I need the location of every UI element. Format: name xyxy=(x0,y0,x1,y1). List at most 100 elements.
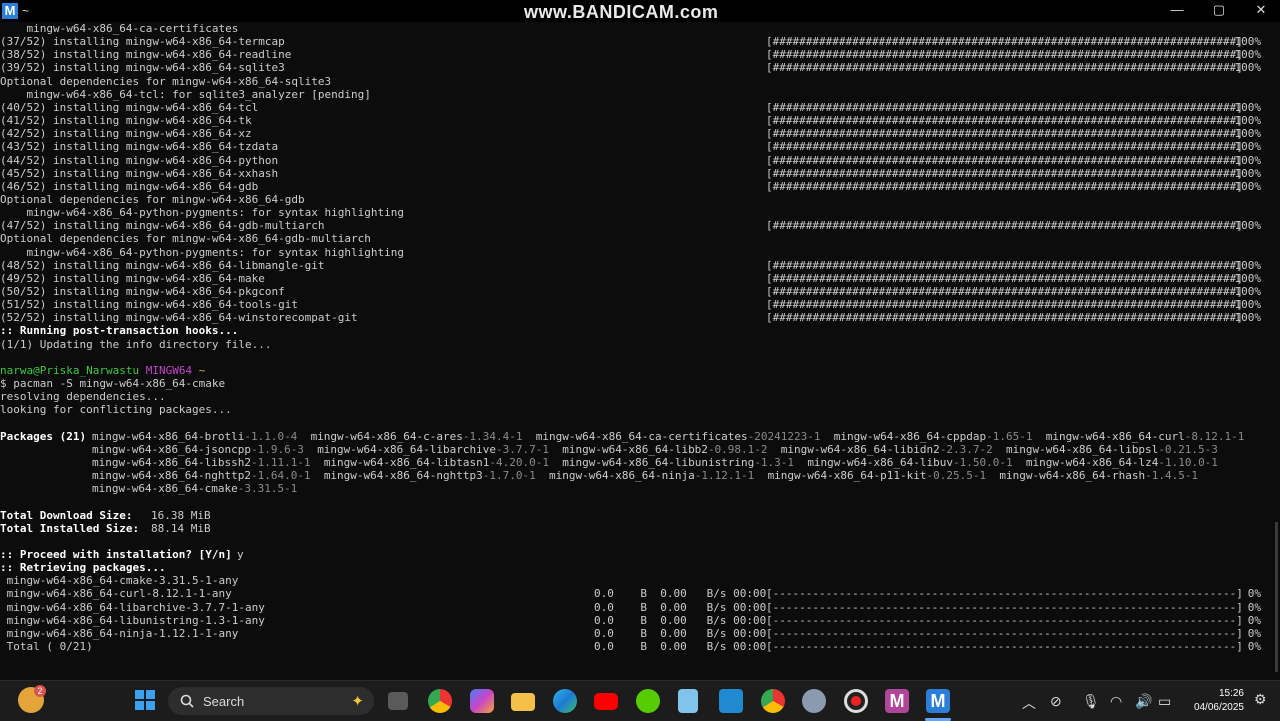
command-line: $ pacman -S mingw-w64-x86_64-cmake xyxy=(0,377,1268,390)
download-name: mingw-w64-x86_64-libunistring-1.3-1-any xyxy=(0,613,265,627)
youtube-icon[interactable] xyxy=(594,693,618,710)
install-line: (51/52) installing mingw-w64-x86_64-tool… xyxy=(0,298,1268,311)
package-version: -1.9.6-3 xyxy=(250,442,304,456)
package-name: mingw-w64-x86_64-cppdap xyxy=(833,429,987,443)
package-name: mingw-w64-x86_64-jsoncpp xyxy=(92,442,251,456)
progress-bar: [#######################################… xyxy=(766,258,1243,272)
package-name: mingw-w64-x86_64-lz4 xyxy=(1025,455,1159,469)
package-name: mingw-w64-x86_64-libssh2 xyxy=(92,455,251,469)
proceed-answer: y xyxy=(237,548,244,561)
task-view-icon[interactable] xyxy=(388,692,408,710)
install-line: mingw-w64-x86_64-tcl: for sqlite3_analyz… xyxy=(0,88,1268,101)
battery-icon[interactable]: ▭ xyxy=(1158,693,1171,710)
proceed-line: :: Proceed with installation? [Y/n] y xyxy=(0,548,1268,561)
taskbar-search[interactable]: Search ✦ xyxy=(168,687,374,715)
install-line-text: (46/52) installing mingw-w64-x86_64-gdb xyxy=(0,179,259,193)
install-line: (50/52) installing mingw-w64-x86_64-pkgc… xyxy=(0,285,1268,298)
install-line-text: (52/52) installing mingw-w64-x86_64-wins… xyxy=(0,311,358,325)
hooks-running-text: :: Running post-transaction hooks... xyxy=(0,324,239,338)
install-line-text: mingw-w64-x86_64-tcl: for sqlite3_analyz… xyxy=(0,87,371,101)
weather-widget-icon[interactable]: 2 xyxy=(18,685,46,713)
file-explorer-icon[interactable] xyxy=(511,693,535,711)
install-line: (37/52) installing mingw-w64-x86_64-term… xyxy=(0,35,1268,48)
install-line: (43/52) installing mingw-w64-x86_64-tzda… xyxy=(0,140,1268,153)
copilot-icon[interactable] xyxy=(470,689,494,713)
package-version: -1.1.0-4 xyxy=(244,429,298,443)
msys2-ucrt-icon[interactable]: M xyxy=(885,689,909,713)
download-size-label: Total Download Size: xyxy=(0,508,133,522)
terminal-scrollbar[interactable] xyxy=(1270,22,1280,680)
terminal-output[interactable]: mingw-w64-x86_64-ca-certificates (37/52) … xyxy=(0,22,1270,680)
progress-bar: [#######################################… xyxy=(766,61,1243,75)
package-version: -8.12.1-1 xyxy=(1184,429,1245,443)
install-line-text: Optional dependencies for mingw-w64-x86_… xyxy=(0,192,305,206)
msys2-mingw64-icon[interactable]: M xyxy=(926,689,950,713)
network-off-icon[interactable]: ⊘ xyxy=(1050,693,1062,710)
download-percent: 0% xyxy=(1247,613,1261,627)
package-name: mingw-w64-x86_64-libidn2 xyxy=(780,442,940,456)
windows-start-icon[interactable] xyxy=(134,689,158,713)
duolingo-icon[interactable] xyxy=(636,689,660,713)
package-version: -1.11.1-1 xyxy=(250,455,311,469)
vscode-icon[interactable] xyxy=(719,689,743,713)
package-name: mingw-w64-x86_64-libtasn1 xyxy=(323,455,490,469)
download-progress-bar: [---------------------------------------… xyxy=(766,587,1243,601)
prompt-line: narwa@Priska_Narwastu MINGW64 ~ xyxy=(0,364,1268,377)
download-percent: 0% xyxy=(1247,626,1261,640)
volume-icon[interactable]: 🔊 xyxy=(1135,693,1152,710)
chrome-icon[interactable] xyxy=(428,689,452,713)
install-line: mingw-w64-x86_64-ca-certificates xyxy=(0,22,1268,35)
progress-percent: 100% xyxy=(1234,61,1262,75)
search-icon xyxy=(180,694,194,708)
progress-percent: 100% xyxy=(1234,311,1262,325)
installed-size-line: Total Installed Size: 88.14 MiB xyxy=(0,522,1268,535)
title-bar: M ~ www.BANDICAM.com — ▢ ✕ xyxy=(0,0,1280,22)
progress-bar: [#######################################… xyxy=(766,114,1243,128)
notification-gear-icon[interactable]: ⚙ xyxy=(1254,691,1267,708)
scrollbar-thumb[interactable] xyxy=(1275,522,1278,672)
package-name: mingw-w64-x86_64-nghttp3 xyxy=(323,469,483,483)
close-button[interactable]: ✕ xyxy=(1240,0,1280,22)
package-version: -20241223-1 xyxy=(747,429,821,443)
install-line: (44/52) installing mingw-w64-x86_64-pyth… xyxy=(0,154,1268,167)
download-percent: 0% xyxy=(1247,587,1261,601)
notepad-icon[interactable] xyxy=(678,689,698,713)
install-line-text: Optional dependencies for mingw-w64-x86_… xyxy=(0,232,371,246)
prompt: narwa@Priska_Narwastu MINGW64 ~ xyxy=(0,364,205,377)
chrome-profile-icon[interactable] xyxy=(761,689,785,713)
install-line: (52/52) installing mingw-w64-x86_64-wins… xyxy=(0,311,1268,324)
progress-percent: 100% xyxy=(1234,35,1262,49)
install-line-text: (49/52) installing mingw-w64-x86_64-make xyxy=(0,271,265,285)
wifi-icon[interactable]: ◠ xyxy=(1110,693,1122,710)
maximize-button[interactable]: ▢ xyxy=(1198,0,1240,22)
download-progress-bar: [---------------------------------------… xyxy=(766,600,1243,614)
taskbar: 2 Search ✦ M M ︿ ⊘ 🎙 ◠ 🔊 ▭ 15:26 04/06/2… xyxy=(0,680,1280,721)
install-line-text: (48/52) installing mingw-w64-x86_64-libm… xyxy=(0,258,325,272)
retrieving-text: :: Retrieving packages... xyxy=(0,561,166,575)
download-line: mingw-w64-x86_64-libarchive-3.7.7-1-any 0… xyxy=(0,601,1268,614)
install-line-text: (47/52) installing mingw-w64-x86_64-gdb-… xyxy=(0,219,325,233)
packages-line: mingw-w64-x86_64-nghttp2-1.64.0-1 mingw-… xyxy=(0,469,1268,482)
clock[interactable]: 15:26 04/06/2025 xyxy=(1194,687,1244,715)
package-list-row: mingw-w64-x86_64-nghttp2-1.64.0-1 mingw-… xyxy=(92,469,1198,482)
progress-percent: 100% xyxy=(1234,153,1262,167)
microphone-icon[interactable]: 🎙 xyxy=(1082,693,1100,710)
package-name: mingw-w64-x86_64-nghttp2 xyxy=(92,469,251,483)
installed-size-value: 88.14 MiB xyxy=(151,521,211,535)
settings-gear-icon[interactable] xyxy=(802,689,826,713)
package-name: mingw-w64-x86_64-libb2 xyxy=(562,442,708,456)
package-list-row: mingw-w64-x86_64-cmake-3.31.5-1 xyxy=(92,482,297,495)
package-name: mingw-w64-x86_64-cmake xyxy=(92,482,238,496)
install-line-text: (39/52) installing mingw-w64-x86_64-sqli… xyxy=(0,61,285,75)
minimize-button[interactable]: — xyxy=(1156,0,1198,22)
download-name: mingw-w64-x86_64-libarchive-3.7.7-1-any xyxy=(0,600,265,614)
install-line-text: mingw-w64-x86_64-ca-certificates xyxy=(0,22,239,35)
edge-icon[interactable] xyxy=(553,689,577,713)
chevron-up-icon[interactable]: ︿ xyxy=(1022,693,1036,713)
msys2-app-icon[interactable]: M xyxy=(2,3,18,19)
resolve-text: looking for conflicting packages... xyxy=(0,403,232,417)
package-version: -1.12.1-1 xyxy=(694,469,755,483)
bandicam-record-icon[interactable] xyxy=(844,689,868,713)
prompt-user-host: narwa@Priska_Narwastu xyxy=(0,363,140,377)
progress-bar: [#######################################… xyxy=(766,100,1243,114)
